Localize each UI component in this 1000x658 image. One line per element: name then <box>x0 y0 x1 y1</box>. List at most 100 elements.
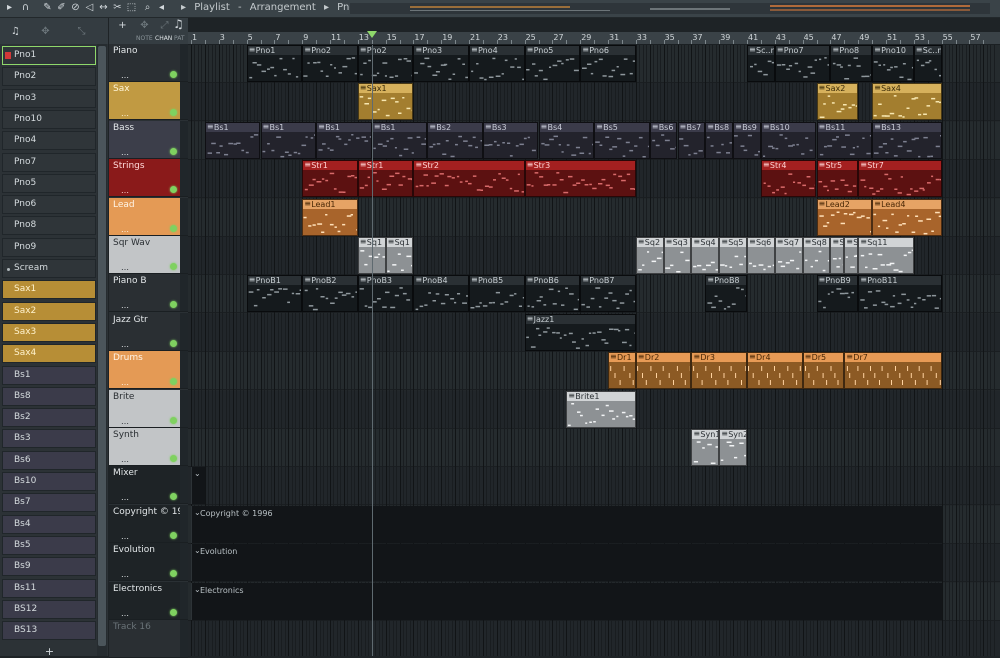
track-header[interactable]: Sax… <box>109 82 180 121</box>
pattern-clip[interactable]: Str5 <box>816 160 859 198</box>
pattern-item[interactable]: Bs9 <box>2 557 96 577</box>
track-header[interactable]: Lead… <box>109 197 180 236</box>
pattern-item[interactable]: Pno6 <box>2 195 96 215</box>
pattern-clip[interactable]: Brite1 <box>566 390 636 428</box>
track-header[interactable]: Strings… <box>109 159 180 198</box>
pattern-clip[interactable]: Str1 <box>357 160 414 198</box>
pattern-clip[interactable]: Sq4 <box>691 237 720 274</box>
pattern-clip[interactable]: Str2 <box>413 160 525 198</box>
pattern-item[interactable]: Pno9 <box>2 237 96 257</box>
arrow-icon[interactable]: ▸ <box>4 2 15 13</box>
pattern-clip[interactable]: Pno4 <box>469 45 525 82</box>
pattern-item[interactable]: Pno5 <box>2 173 96 193</box>
track-options-icon[interactable]: … <box>121 493 129 502</box>
pattern-clip[interactable]: Bs2 <box>427 121 483 159</box>
pattern-clip[interactable]: Bs11 <box>816 121 873 159</box>
pattern-item[interactable]: Sax3 <box>2 322 96 342</box>
pattern-clip[interactable]: Pno5 <box>524 45 581 82</box>
pattern-clip[interactable]: PnoB1 <box>246 275 303 313</box>
track-resize-handle[interactable] <box>180 389 188 428</box>
pattern-clip[interactable]: Bs13 <box>872 121 942 159</box>
track-header[interactable]: Synth… <box>109 428 180 466</box>
track-resize-handle[interactable] <box>180 159 188 198</box>
pattern-clip[interactable]: Jazz1 <box>524 313 636 351</box>
pattern-clip[interactable]: Bs7 <box>677 121 706 159</box>
track-resize-handle[interactable] <box>180 197 188 236</box>
pattern-item[interactable]: Pno10 <box>2 109 96 129</box>
track-mute-led-icon[interactable] <box>170 493 177 501</box>
pattern-clip[interactable]: Sq6 <box>747 237 775 274</box>
pattern-clip[interactable]: Sq11 <box>858 237 914 274</box>
note-snap-icon[interactable]: ✥ <box>139 20 150 31</box>
track-options-icon[interactable]: … <box>121 225 129 234</box>
select-icon[interactable]: ⬚ <box>126 2 137 13</box>
pattern-clip[interactable]: Dr2 <box>635 352 692 390</box>
pattern-clip[interactable]: Pno8 <box>830 45 873 82</box>
track-options-icon[interactable]: … <box>121 417 129 426</box>
pattern-item[interactable]: Sax2 <box>2 301 96 321</box>
song-overview[interactable] <box>350 3 990 14</box>
timeline-ruler[interactable]: 1 3 5 7 9 11 13 15 17 19 21 23 25 27 29 31 33 35 37 39 41 43 4… <box>188 32 1000 45</box>
pattern-clip[interactable]: Bs4 <box>538 121 595 159</box>
track-resize-handle[interactable] <box>180 44 188 82</box>
pattern-item[interactable]: Bs10 <box>2 472 96 491</box>
chan-snap-icon[interactable]: ⤢ <box>159 20 170 31</box>
track-mute-led-icon[interactable] <box>170 455 177 462</box>
link-icon[interactable]: ⤡ <box>76 26 87 37</box>
magnet-icon[interactable]: ∩ <box>20 2 31 13</box>
pattern-clip[interactable]: Str1 <box>302 160 358 198</box>
pattern-clip[interactable]: Bs3 <box>482 121 539 159</box>
track-resize-handle[interactable] <box>180 581 188 620</box>
track-mute-led-icon[interactable] <box>170 109 177 117</box>
pattern-clip[interactable]: Dr4 <box>747 352 803 390</box>
pattern-item[interactable]: Sax4 <box>2 344 96 364</box>
track-options-icon[interactable]: … <box>121 71 129 80</box>
track-resize-handle[interactable] <box>180 236 188 274</box>
pattern-item[interactable]: BS12 <box>2 599 96 619</box>
pattern-clip[interactable]: Sc..m <box>913 45 942 82</box>
track-options-icon[interactable]: … <box>121 378 129 387</box>
pattern-clip[interactable]: Pno1 <box>246 45 303 82</box>
track-header[interactable]: Mixer… <box>109 466 180 505</box>
slice-icon[interactable]: ✂ <box>112 2 123 13</box>
pattern-item[interactable]: Bs7 <box>2 493 96 513</box>
track-header[interactable]: Evolution… <box>109 543 180 582</box>
pattern-clip[interactable]: PnoB5 <box>469 275 525 313</box>
track-resize-handle[interactable] <box>180 312 188 351</box>
pattern-item[interactable]: Bs3 <box>2 429 96 449</box>
clip-menu-icon[interactable]: ⌄ <box>194 469 201 478</box>
pattern-clip[interactable]: Bs10 <box>760 121 817 159</box>
pattern-clip[interactable]: PnoB2 <box>302 275 358 313</box>
track-mute-led-icon[interactable] <box>170 339 177 347</box>
crumb-playlist[interactable]: Playlist <box>194 2 230 13</box>
track-options-icon[interactable]: … <box>121 148 129 157</box>
pattern-clip[interactable]: PnoB9 <box>816 275 859 313</box>
pattern-clip[interactable]: Pno7 <box>774 45 831 82</box>
track-mute-led-icon[interactable] <box>170 71 177 78</box>
track-resize-handle[interactable] <box>180 466 188 505</box>
track-resize-handle[interactable] <box>180 82 188 121</box>
track-header[interactable]: Piano B… <box>109 274 180 313</box>
pattern-clip[interactable]: Pno10 <box>872 45 914 82</box>
automation-clip[interactable]: ⌄ Electronics <box>191 582 942 620</box>
swap-icon[interactable]: ✥ <box>40 26 51 37</box>
pattern-item[interactable]: Bs4 <box>2 514 96 534</box>
pattern-item[interactable]: BS13 <box>2 621 96 641</box>
piano-icon[interactable]: ♫ <box>10 26 21 37</box>
track-resize-handle[interactable] <box>180 274 188 313</box>
pattern-item[interactable]: Bs8 <box>2 386 96 406</box>
pattern-clip[interactable]: PnoB11 <box>858 275 942 313</box>
track-header[interactable]: Piano… <box>109 44 180 82</box>
picker-scroll-thumb[interactable] <box>98 46 106 646</box>
track-resize-handle[interactable] <box>180 428 188 466</box>
pattern-clip[interactable]: Pno3 <box>413 45 469 82</box>
pattern-clip[interactable]: Sq3 <box>663 237 692 274</box>
automation-clip[interactable]: ⌄ <box>191 467 205 505</box>
track-mute-led-icon[interactable] <box>170 263 177 270</box>
pattern-clip[interactable]: PnoB6 <box>524 275 581 313</box>
pattern-clip[interactable]: PnoB4 <box>413 275 469 313</box>
pattern-clip[interactable]: Dr1 <box>608 352 636 390</box>
track-mute-led-icon[interactable] <box>170 186 177 194</box>
track-resize-handle[interactable] <box>180 543 188 582</box>
pattern-clip[interactable]: Sq8 <box>802 237 831 274</box>
